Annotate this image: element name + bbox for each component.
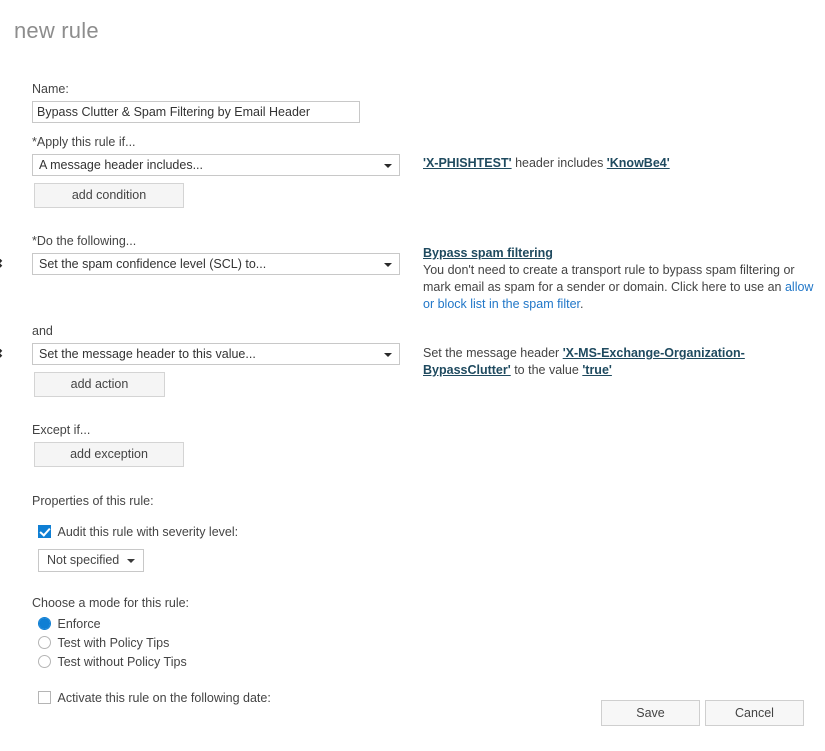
radio-test-without-policy-tips[interactable] xyxy=(38,655,51,668)
name-label: Name: xyxy=(32,82,69,96)
chevron-down-icon xyxy=(127,559,136,563)
rule-summary-column: 'X-PHISHTEST' header includes 'KnowBe4' … xyxy=(423,81,815,379)
header-action-before: Set the message header xyxy=(423,346,563,360)
rule-name-input[interactable] xyxy=(32,101,360,123)
cancel-button[interactable]: Cancel xyxy=(705,700,804,726)
condition-mid-text: header includes xyxy=(511,156,607,170)
chevron-down-icon xyxy=(384,353,392,357)
audit-rule-row: Audit this rule with severity level: xyxy=(38,523,404,542)
add-action-button[interactable]: add action xyxy=(34,372,165,397)
condition-value-link[interactable]: 'KnowBe4' xyxy=(607,156,670,170)
audit-rule-checkbox[interactable] xyxy=(38,525,51,538)
activate-date-label: Activate this rule on the following date… xyxy=(57,691,271,705)
mode-option-test-without-tips-label: Test without Policy Tips xyxy=(57,655,187,669)
activate-date-row: Activate this rule on the following date… xyxy=(38,689,404,708)
mode-option-enforce-label: Enforce xyxy=(57,617,101,631)
mode-option-test-with-tips[interactable]: Test with Policy Tips xyxy=(38,634,404,653)
properties-label: Properties of this rule: xyxy=(32,494,154,508)
mode-option-enforce[interactable]: Enforce xyxy=(38,615,404,634)
remove-action-1-icon[interactable]: ✖ xyxy=(0,258,8,271)
save-button[interactable]: Save xyxy=(601,700,700,726)
bypass-spam-body-before: You don't need to create a transport rul… xyxy=(423,263,795,294)
audit-rule-label: Audit this rule with severity level: xyxy=(57,525,239,539)
condition-summary: 'X-PHISHTEST' header includes 'KnowBe4' xyxy=(423,155,815,172)
action-1-dropdown-value: Set the spam confidence level (SCL) to..… xyxy=(39,257,267,271)
condition-row: A message header includes... xyxy=(32,154,404,176)
chevron-down-icon xyxy=(384,164,392,168)
do-the-following-label: *Do the following... xyxy=(32,234,137,248)
header-action-value-link[interactable]: 'true' xyxy=(582,363,612,377)
action-1-dropdown[interactable]: Set the spam confidence level (SCL) to..… xyxy=(32,253,400,275)
action-2-dropdown-value: Set the message header to this value... xyxy=(39,347,256,361)
condition-dropdown[interactable]: A message header includes... xyxy=(32,154,400,176)
action-2-dropdown[interactable]: Set the message header to this value... xyxy=(32,343,400,365)
mode-label: Choose a mode for this rule: xyxy=(32,596,190,610)
chevron-down-icon xyxy=(384,263,392,267)
add-exception-button[interactable]: add exception xyxy=(34,442,184,467)
bypass-spam-filtering-link[interactable]: Bypass spam filtering xyxy=(423,246,553,260)
radio-enforce[interactable] xyxy=(38,617,51,630)
header-action-summary: Set the message header 'X-MS-Exchange-Or… xyxy=(423,345,815,379)
add-condition-button[interactable]: add condition xyxy=(34,183,184,208)
apply-rule-if-label: *Apply this rule if... xyxy=(32,135,136,149)
mode-option-test-without-tips[interactable]: Test without Policy Tips xyxy=(38,653,404,672)
activate-date-checkbox[interactable] xyxy=(38,691,51,704)
bypass-spam-summary: Bypass spam filtering You don't need to … xyxy=(423,245,815,313)
action-row-1: ✖ Set the spam confidence level (SCL) to… xyxy=(0,253,404,275)
condition-header-link[interactable]: 'X-PHISHTEST' xyxy=(423,156,512,170)
header-action-middle: to the value xyxy=(510,363,583,377)
rule-form-left-column: Name: *Apply this rule if... A message h… xyxy=(0,81,404,708)
and-label: and xyxy=(32,324,53,338)
bypass-spam-body-after: . xyxy=(580,297,584,311)
except-if-label: Except if... xyxy=(32,423,91,437)
remove-action-2-icon[interactable]: ✖ xyxy=(0,348,8,361)
page-title: new rule xyxy=(14,18,99,43)
action-row-2: ✖ Set the message header to this value..… xyxy=(0,343,404,365)
severity-level-dropdown[interactable]: Not specified xyxy=(38,549,145,572)
radio-test-with-policy-tips[interactable] xyxy=(38,636,51,649)
severity-level-value: Not specified xyxy=(47,553,120,567)
mode-option-test-with-tips-label: Test with Policy Tips xyxy=(57,636,170,650)
condition-dropdown-value: A message header includes... xyxy=(39,158,203,172)
